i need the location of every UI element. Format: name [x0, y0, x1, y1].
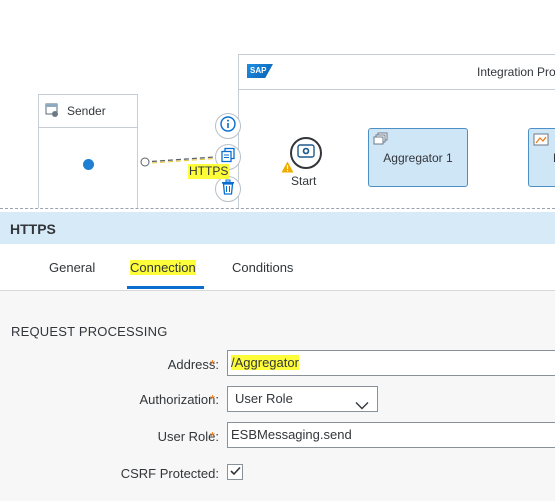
user-role-input[interactable]: ESBMessaging.send — [227, 422, 555, 448]
csrf-label: CSRF Protected: — [120, 466, 219, 481]
canvas-resize-divider[interactable] — [0, 208, 555, 209]
active-tab-indicator — [127, 286, 204, 289]
sap-logo: SAP — [247, 64, 273, 78]
pool-title: Integration Process — [477, 65, 555, 79]
info-icon — [220, 115, 236, 137]
connection-form: REQUEST PROCESSING Address: * /Aggregato… — [0, 291, 555, 501]
https-connector-label[interactable]: HTTPS — [188, 164, 230, 179]
authorization-select[interactable]: User Role — [227, 386, 378, 412]
csrf-protected-checkbox[interactable] — [227, 464, 243, 480]
sender-label: Sender — [67, 104, 106, 118]
address-input[interactable]: /Aggregator — [227, 350, 555, 376]
integration-flow-canvas[interactable]: Sender SAP Integration Process HTTPS — [0, 0, 555, 208]
aggregator-icon — [373, 132, 389, 151]
authorization-label: Authorization: — [139, 392, 220, 407]
next-step-label: M — [529, 151, 555, 165]
sender-header: Sender — [39, 95, 137, 128]
start-label: Start — [291, 174, 317, 188]
mapping-icon — [533, 132, 549, 151]
connector-origin-handle[interactable] — [140, 157, 150, 167]
chevron-down-icon — [355, 394, 369, 418]
pool-header: SAP Integration Process — [239, 55, 555, 90]
info-button[interactable] — [215, 113, 241, 139]
aggregator-step[interactable]: Aggregator 1 — [368, 128, 468, 187]
delete-button[interactable] — [215, 176, 241, 202]
sender-system-icon — [45, 103, 59, 120]
user-role-value: ESBMessaging.send — [231, 427, 352, 442]
sender-endpoint-dot[interactable] — [83, 159, 94, 170]
start-event[interactable] — [290, 137, 322, 169]
authorization-value: User Role — [235, 391, 293, 406]
authorization-required-marker: * — [210, 392, 216, 407]
section-title-request-processing: REQUEST PROCESSING — [11, 324, 168, 339]
delete-icon — [220, 179, 236, 200]
properties-panel-title: HTTPS — [0, 212, 555, 244]
tab-conditions[interactable]: Conditions — [232, 260, 293, 275]
address-required-marker: * — [210, 357, 216, 372]
sender-participant[interactable]: Sender — [38, 94, 138, 208]
address-value: /Aggregator — [231, 355, 299, 370]
tab-general[interactable]: General — [49, 260, 95, 275]
message-start-icon — [297, 143, 315, 163]
user-role-required-marker: * — [210, 429, 216, 444]
properties-tab-bar: General Connection Conditions — [0, 244, 555, 291]
aggregator-label: Aggregator 1 — [383, 151, 453, 165]
tab-connection[interactable]: Connection — [130, 260, 196, 275]
next-step[interactable]: M — [528, 128, 555, 187]
checkmark-icon — [229, 463, 241, 481]
